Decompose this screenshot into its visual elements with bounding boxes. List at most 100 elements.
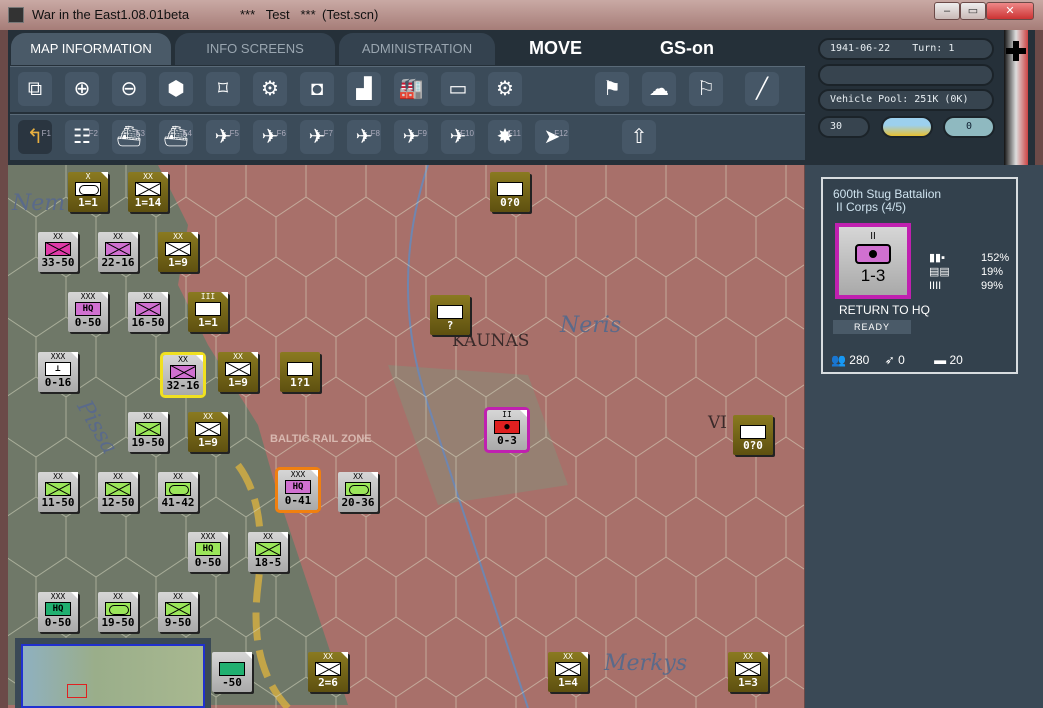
unit-counter[interactable]: R 0?0	[733, 415, 773, 455]
corner-marker	[761, 652, 768, 659]
unit-type-symbol	[105, 482, 131, 496]
corner-marker	[131, 472, 138, 479]
zoom-out-button[interactable]: ⊖	[112, 72, 146, 106]
unit-counter[interactable]: XX 1=4	[548, 652, 588, 692]
flag-arrow-button[interactable]: ⚑	[595, 72, 629, 106]
hexes-icon: ⬢	[167, 78, 185, 100]
unit-type-symbol	[219, 662, 245, 676]
unit-counter[interactable]: XX 18-5	[248, 532, 288, 572]
air-attack-button[interactable]: ✈ F7	[300, 120, 334, 154]
unit-counter[interactable]: XX 1=9	[218, 352, 258, 392]
unit-counter[interactable]: XX 12-50	[98, 472, 138, 512]
unit-counter[interactable]: II ● 0-3	[484, 407, 530, 453]
chart-button[interactable]: ▟	[347, 72, 381, 106]
unit-counter[interactable]: XX 22-16	[98, 232, 138, 272]
weather-button[interactable]: ☁	[642, 72, 676, 106]
unit-counter-large[interactable]: II 1-3	[835, 223, 911, 299]
upload-icon: ⇧	[630, 126, 648, 148]
unit-counter[interactable]: XX 1=9	[158, 232, 198, 272]
title-bar: War in the East1.08.01beta *** Test *** …	[0, 0, 1043, 30]
bomb-city-button[interactable]: ✈ F8	[347, 120, 381, 154]
frame-icon: ⌑	[217, 78, 229, 100]
unit-counter[interactable]: -50	[212, 652, 252, 692]
unit-strength: 0-41	[284, 494, 312, 507]
unit-counter[interactable]: XX 19-50	[128, 412, 168, 452]
unit-counter[interactable]: 1?1	[280, 352, 320, 392]
unit-counter[interactable]: HQ 0?0	[490, 172, 530, 212]
gs-toggle[interactable]: GS-on	[660, 38, 714, 59]
factory-icon: 🏭	[398, 78, 424, 100]
maximize-button[interactable]: ▭	[960, 2, 986, 20]
settings-window-button[interactable]: ⚙	[488, 72, 522, 106]
settings-window-icon: ⚙	[496, 78, 514, 100]
map-view[interactable]: Nem Neris KAUNAS BALTIC RAIL ZONE Pissa …	[8, 165, 804, 708]
air-recon-button[interactable]: ✈ F5	[206, 120, 240, 154]
unit-size	[430, 295, 470, 305]
ready-status: READY	[833, 320, 911, 334]
unit-window-button[interactable]: ◘	[300, 72, 334, 106]
unit-counter[interactable]: XXX HQ 0-41	[275, 467, 321, 513]
unit-counter[interactable]: XX 1=3	[728, 652, 768, 692]
unit-counter[interactable]: XX 20-36	[338, 472, 378, 512]
unit-type-symbol: R	[740, 425, 766, 439]
rail-button[interactable]: ☷ F2	[65, 120, 99, 154]
weather-indicator[interactable]	[881, 116, 933, 138]
unit-counter[interactable]: XX 9-50	[158, 592, 198, 632]
windows-button[interactable]: ⧉	[18, 72, 52, 106]
unit-type-symbol	[555, 662, 581, 676]
ammo-icon: IIII	[929, 280, 942, 292]
corner-marker	[161, 412, 168, 419]
tab-info-screens[interactable]: INFO SCREENS	[175, 33, 335, 65]
hotkey-label: F7	[323, 129, 333, 138]
unit-counter[interactable]: XXX HQ 0-50	[38, 592, 78, 632]
unit-counter[interactable]: XXX HQ 0-50	[68, 292, 108, 332]
tab-administration[interactable]: ADMINISTRATION	[339, 33, 495, 65]
unit-counter[interactable]: XX 19-50	[98, 592, 138, 632]
flag-button[interactable]: ⚐	[689, 72, 723, 106]
rectangle-button[interactable]: ▭	[441, 72, 475, 106]
upload-button[interactable]: ⇧	[622, 120, 656, 154]
counter-button[interactable]: 0	[943, 116, 995, 138]
ship-button[interactable]: ⛴ F3	[112, 120, 146, 154]
tab-map-information[interactable]: MAP INFORMATION	[11, 33, 171, 65]
unit-counter[interactable]: XX 16-50	[128, 292, 168, 332]
air-transfer-button[interactable]: ✈ F6	[253, 120, 287, 154]
unit-corps[interactable]: II Corps (4/5)	[836, 200, 906, 214]
unit-type-symbol	[165, 242, 191, 256]
unit-counter[interactable]: X 1=1	[68, 172, 108, 212]
minimap[interactable]	[15, 638, 211, 708]
minimap-viewport[interactable]	[67, 684, 87, 698]
unit-counter[interactable]: XXX HQ 0-50	[188, 532, 228, 572]
unit-counter[interactable]: XX 32-16	[160, 352, 206, 398]
unit-strength: 1=4	[558, 676, 578, 689]
close-button[interactable]: ✕	[986, 2, 1034, 20]
unit-counter[interactable]: XX 1=9	[188, 412, 228, 452]
gear-button[interactable]: ⚙	[253, 72, 287, 106]
unit-counter[interactable]: XX 41-42	[158, 472, 198, 512]
unit-counter[interactable]: XX 2=6	[308, 652, 348, 692]
frame-button[interactable]: ⌑	[206, 72, 240, 106]
unit-counter[interactable]: XX 1=14	[128, 172, 168, 212]
value-display: 30	[818, 116, 870, 138]
unit-counter[interactable]: III SEC 1=1	[188, 292, 228, 332]
factory-button[interactable]: 🏭	[394, 72, 428, 106]
unit-counter[interactable]: XX 33-50	[38, 232, 78, 272]
explosion-button[interactable]: ✸ F11	[488, 120, 522, 154]
hexes-button[interactable]: ⬢	[159, 72, 193, 106]
zoom-in-button[interactable]: ⊕	[65, 72, 99, 106]
naval-button[interactable]: ⛴ F4	[159, 120, 193, 154]
slash-button[interactable]: ╱	[745, 72, 779, 106]
paradrop-button[interactable]: ✈ F9	[394, 120, 428, 154]
air-supply-button[interactable]: ✈ F10	[441, 120, 475, 154]
unit-strength: 16-50	[131, 316, 165, 329]
unit-type-symbol	[105, 242, 131, 256]
unit-counter[interactable]: ?	[430, 295, 470, 335]
turn: Turn: 1	[912, 43, 955, 54]
move-path-button[interactable]: ↰ F1	[18, 120, 52, 154]
minimize-button[interactable]: –	[934, 2, 960, 20]
unit-strength: 19-50	[101, 616, 135, 629]
next-button[interactable]: ➤ F12	[535, 120, 569, 154]
app-icon	[8, 7, 24, 23]
unit-counter[interactable]: XX 11-50	[38, 472, 78, 512]
unit-counter[interactable]: XXX ⊥ 0-16	[38, 352, 78, 392]
